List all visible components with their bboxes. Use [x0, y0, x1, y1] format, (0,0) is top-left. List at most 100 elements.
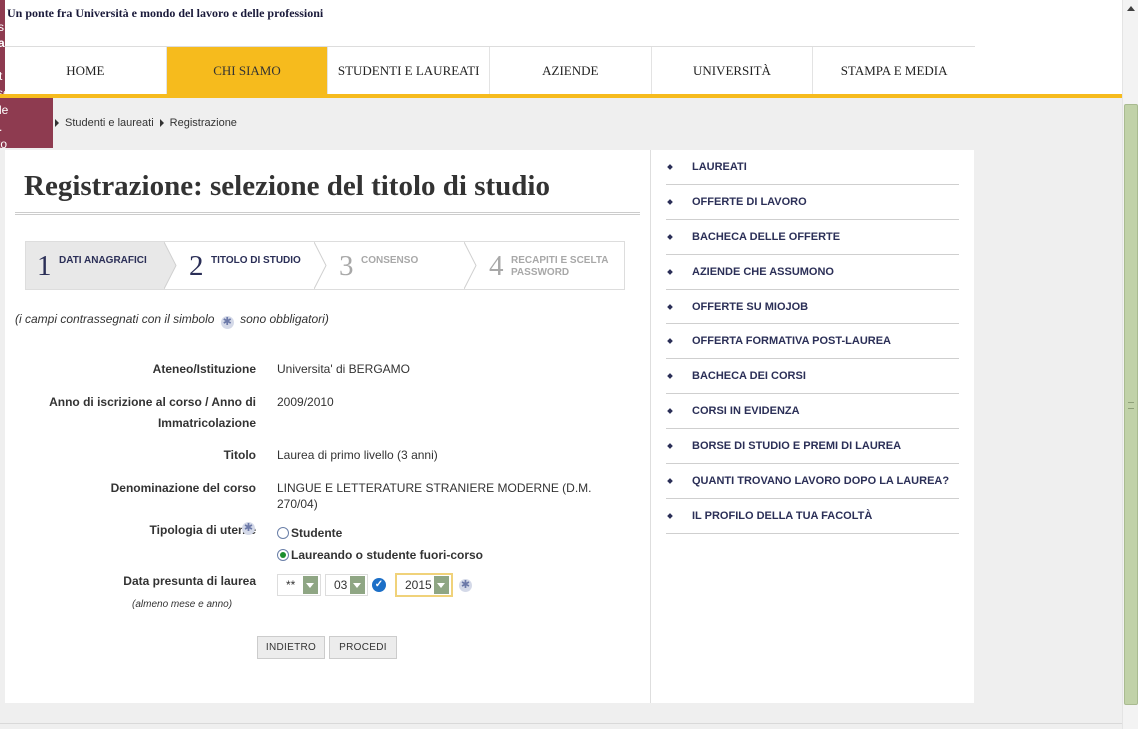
step-3: 3 CONSENSO [328, 242, 464, 289]
chevron-down-icon[interactable] [434, 576, 449, 594]
vertical-scrollbar[interactable] [1122, 0, 1138, 729]
step-separator [464, 242, 477, 289]
asterisk-icon: ✱ [459, 579, 472, 592]
grip-icon [1128, 402, 1134, 409]
site-tagline: Un ponte fra Università e mondo del lavo… [7, 6, 324, 20]
side-text: s [0, 20, 4, 34]
required-note-suffix: sono obbligatori) [240, 312, 329, 326]
side-text: . [0, 120, 2, 134]
radio-button[interactable] [277, 527, 289, 539]
nav-item-stampa-media[interactable]: STAMPA E MEDIA [813, 47, 975, 95]
step-separator [314, 242, 327, 289]
nav-item-home[interactable]: HOME [5, 47, 167, 95]
footer-divider [0, 723, 1122, 724]
radio-studente[interactable]: Studente [277, 526, 342, 540]
sidebar-item-label: OFFERTE SU MIOJOB [692, 300, 809, 313]
step-number: 3 [339, 250, 354, 282]
month-select-value: 03 [334, 578, 348, 592]
asterisk-icon: ✱ [220, 316, 234, 329]
sidebar-item-label: IL PROFILO DELLA TUA FACOLTÀ [692, 509, 873, 522]
titolo-label: Titolo [223, 448, 256, 462]
breadcrumb-link-studenti[interactable]: Studenti e laureati [65, 117, 154, 129]
tipologia-label: Tipologia di utente [149, 523, 256, 537]
step-number: 2 [189, 250, 204, 282]
data-laurea-hint: (almeno mese e anno) [132, 599, 233, 610]
back-button[interactable]: INDIETRO [257, 636, 325, 659]
sidebar-item-label: AZIENDE CHE ASSUMONO [692, 265, 834, 278]
step-label: RECAPITI E SCELTA PASSWORD [511, 255, 609, 278]
page-title: Registrazione: selezione del titolo di s… [24, 170, 550, 202]
title-divider [15, 212, 640, 215]
required-note-prefix: (i campi contrassegnati con il simbolo [15, 312, 215, 326]
scrollbar-thumb[interactable] [1124, 104, 1138, 705]
nav-item-studenti-laureati[interactable]: STUDENTI E LAUREATI [328, 47, 490, 95]
sidebar-item-borse-studio[interactable]: BORSE DI STUDIO E PREMI DI LAUREA [666, 429, 959, 465]
denominazione-value: LINGUE E LETTERATURE STRANIERE MODERNE (… [277, 481, 592, 511]
sidebar-item-label: BACHECA DELLE OFFERTE [692, 230, 841, 243]
sidebar-item-laureati[interactable]: LAUREATI [666, 150, 959, 185]
sidebar-item-label: BACHECA DEI CORSI [692, 370, 806, 383]
side-text: t [0, 69, 3, 83]
sidebar-item-label: OFFERTE DI LAVORO [692, 195, 807, 208]
main-nav: HOME CHI SIAMO STUDENTI E LAUREATI AZIEN… [5, 46, 975, 95]
sidebar-item-offerta-formativa[interactable]: OFFERTA FORMATIVA POST-LAUREA [666, 324, 959, 360]
sidebar-item-label: BORSE DI STUDIO E PREMI DI LAUREA [692, 440, 902, 453]
step-label: DATI ANAGRAFICI [59, 255, 147, 266]
registration-steps: 1 DATI ANAGRAFICI 2 TITOLO DI STUDIO 3 C… [25, 241, 625, 290]
anno-label: Anno di iscrizione al corso / Anno di Im… [49, 395, 256, 430]
breadcrumb-arrow-icon [55, 119, 59, 127]
breadcrumb-arrow-icon [159, 119, 164, 127]
sidebar-item-quanti-lavoro[interactable]: QUANTI TROVANO LAVORO DOPO LA LAUREA? [666, 464, 959, 499]
chevron-down-icon[interactable] [350, 576, 365, 594]
sidebar: LAUREATI OFFERTE DI LAVORO BACHECA DELLE… [650, 150, 974, 703]
year-select-value: 2015 [405, 578, 432, 592]
sidebar-item-label: CORSI IN EVIDENZA [692, 405, 800, 418]
sidebar-item-aziende-assumono[interactable]: AZIENDE CHE ASSUMONO [666, 255, 959, 290]
side-text: a [0, 36, 5, 50]
month-select[interactable]: 03 [325, 574, 368, 596]
nav-item-chi-siamo[interactable]: CHI SIAMO [166, 47, 329, 95]
sidebar-item-label: OFFERTA FORMATIVA POST-LAUREA [692, 335, 892, 348]
main-content: Registrazione: selezione del titolo di s… [5, 150, 650, 703]
side-text: to [0, 137, 8, 151]
nav-item-aziende[interactable]: AZIENDE [489, 47, 652, 95]
titolo-value: Laurea di primo livello (3 anni) [277, 448, 438, 462]
nav-accent-rule [0, 94, 1122, 98]
nav-item-universita[interactable]: UNIVERSITÀ [651, 47, 814, 95]
ateneo-value: Universita' di BERGAMO [277, 362, 410, 376]
step-label: TITOLO DI STUDIO [211, 255, 301, 266]
sidebar-item-bacheca-corsi[interactable]: BACHECA DEI CORSI [666, 359, 959, 395]
breadcrumb: Studenti e laureati Registrazione [55, 117, 237, 129]
breadcrumb-current: Registrazione [169, 117, 237, 129]
radio-label: Laureando o studente fuori-corso [291, 548, 484, 562]
denominazione-label: Denominazione del corso [110, 481, 256, 495]
sidebar-menu: LAUREATI OFFERTE DI LAVORO BACHECA DELLE… [666, 150, 959, 534]
sidebar-item-offerte-lavoro[interactable]: OFFERTE DI LAVORO [666, 185, 959, 220]
radio-button-checked[interactable] [277, 549, 289, 561]
sidebar-item-corsi-evidenza[interactable]: CORSI IN EVIDENZA [666, 394, 959, 430]
year-select[interactable]: 2015 [395, 573, 453, 597]
proceed-button[interactable]: PROCEDI [329, 636, 397, 659]
day-select-value: ** [286, 578, 296, 592]
sidebar-item-label: QUANTI TROVANO LAVORO DOPO LA LAUREA? [692, 474, 950, 487]
required-fields-note: (i campi contrassegnati con il simbolo ✱… [15, 312, 329, 329]
sidebar-item-bacheca-offerte[interactable]: BACHECA DELLE OFFERTE [666, 220, 959, 255]
ateneo-label: Ateneo/Istituzione [152, 362, 256, 376]
side-text: le [0, 103, 9, 117]
chevron-down-icon[interactable] [303, 576, 318, 594]
check-icon: ✓ [372, 578, 386, 592]
asterisk-icon: ✱ [242, 522, 255, 535]
sidebar-item-offerte-miojob[interactable]: OFFERTE SU MIOJOB [666, 290, 959, 325]
scroll-up-icon[interactable] [1123, 0, 1138, 16]
step-separator [164, 242, 177, 289]
step-1: 1 DATI ANAGRAFICI [26, 242, 164, 289]
sidebar-item-profilo-facolta[interactable]: IL PROFILO DELLA TUA FACOLTÀ [666, 499, 959, 534]
step-2: 2 TITOLO DI STUDIO [178, 242, 314, 289]
page-viewport: s a t sere le . to Un ponte fra Universi… [0, 0, 1122, 729]
day-select[interactable]: ** [277, 574, 321, 596]
anno-value: 2009/2010 [277, 395, 334, 409]
data-laurea-label: Data presunta di laurea [123, 574, 256, 588]
sidebar-item-label: LAUREATI [692, 160, 747, 173]
radio-laureando[interactable]: Laureando o studente fuori-corso [277, 548, 483, 562]
step-number: 4 [489, 250, 504, 282]
